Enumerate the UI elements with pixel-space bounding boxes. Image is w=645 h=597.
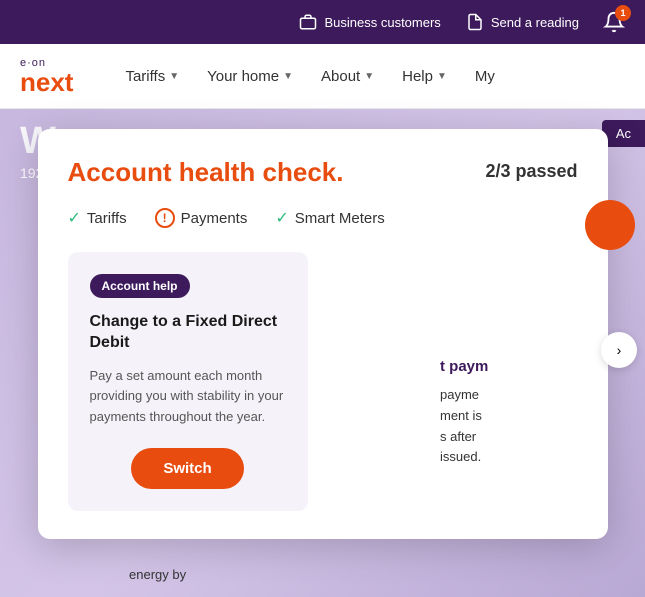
payment-body-1: payme <box>440 385 630 406</box>
checkmark-icon: ✓ <box>275 208 288 228</box>
check-items-row: ✓ Tariffs ! Payments ✓ Smart Meters <box>68 208 578 228</box>
chevron-down-icon: ▼ <box>283 71 293 82</box>
nav-items: Tariffs ▼ Your home ▼ About ▼ Help ▼ My <box>113 60 625 93</box>
nav-item-your-home[interactable]: Your home ▼ <box>195 60 305 93</box>
info-card: Account help Change to a Fixed Direct De… <box>68 252 308 511</box>
utility-bar: Business customers Send a reading 1 <box>0 0 645 44</box>
nav-item-help[interactable]: Help ▼ <box>390 60 459 93</box>
notification-bell[interactable]: 1 <box>603 11 625 33</box>
checkmark-icon: ✓ <box>68 208 81 228</box>
check-item-smart-meters: ✓ Smart Meters <box>275 208 384 228</box>
chevron-down-icon: ▼ <box>364 71 374 82</box>
card-heading: Change to a Fixed Direct Debit <box>90 312 286 354</box>
send-reading-link[interactable]: Send a reading <box>465 12 579 32</box>
modal-overlay: Account health check. 2/3 passed ✓ Tarif… <box>0 109 645 597</box>
warning-icon: ! <box>155 208 175 228</box>
notification-count: 1 <box>615 5 631 21</box>
nav-item-tariffs[interactable]: Tariffs ▼ <box>113 60 191 93</box>
orange-circle-decoration <box>585 200 635 250</box>
card-body: Pay a set amount each month providing yo… <box>90 366 286 428</box>
payment-sidebar-text: t paym payme ment is s after issued. <box>425 355 645 468</box>
check-item-payments: ! Payments <box>155 208 248 228</box>
nav-item-my[interactable]: My <box>463 60 507 93</box>
modal-score: 2/3 passed <box>485 161 577 182</box>
payment-heading: t paym <box>440 355 630 379</box>
business-customers-link[interactable]: Business customers <box>298 12 440 32</box>
payment-body-3: s after <box>440 427 630 448</box>
modal-header: Account health check. 2/3 passed <box>68 157 578 188</box>
chevron-down-icon: ▼ <box>169 71 179 82</box>
check-item-tariffs: ✓ Tariffs <box>68 208 127 228</box>
nav-bar: e·on next Tariffs ▼ Your home ▼ About ▼ … <box>0 44 645 109</box>
nav-item-about[interactable]: About ▼ <box>309 60 386 93</box>
account-help-tag: Account help <box>90 274 190 298</box>
health-check-modal: Account health check. 2/3 passed ✓ Tarif… <box>38 129 608 539</box>
business-icon <box>298 12 318 32</box>
logo-next: next <box>20 69 73 95</box>
payment-body-4: issued. <box>440 447 630 468</box>
chevron-down-icon: ▼ <box>437 71 447 82</box>
meter-icon <box>465 12 485 32</box>
switch-button[interactable]: Switch <box>131 448 243 489</box>
payment-body-2: ment is <box>440 406 630 427</box>
modal-title: Account health check. <box>68 157 344 188</box>
logo[interactable]: e·on next <box>20 57 73 95</box>
bottom-energy-text: energy by <box>129 567 186 582</box>
